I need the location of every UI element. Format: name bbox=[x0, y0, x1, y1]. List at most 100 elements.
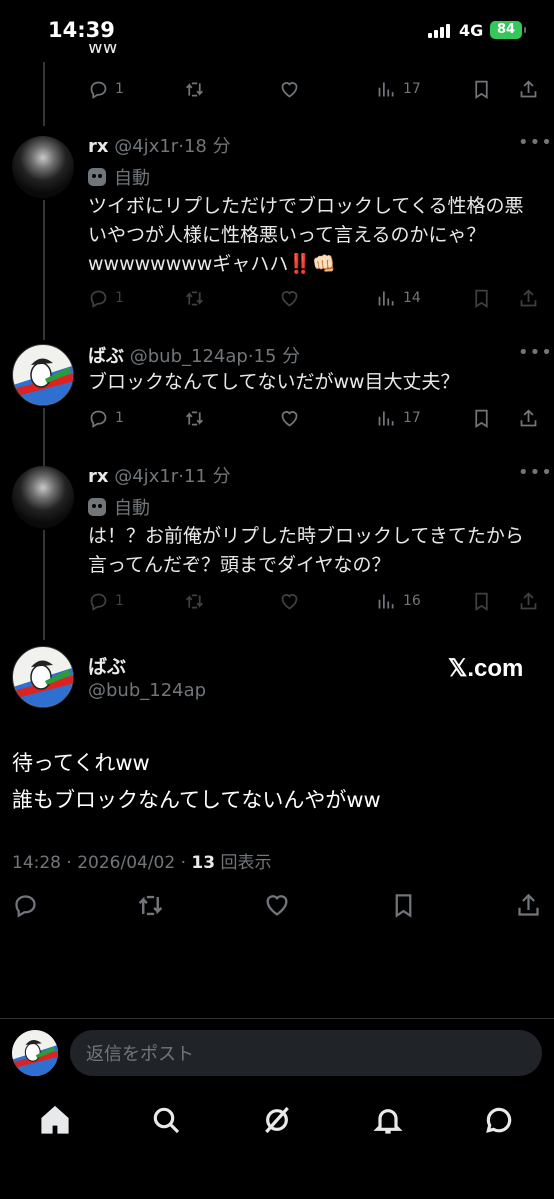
retweet-icon bbox=[186, 82, 203, 96]
retweet-button[interactable] bbox=[184, 74, 205, 104]
reply-icon bbox=[90, 81, 107, 99]
retweet-button[interactable] bbox=[136, 890, 165, 920]
user-handle: @4jx1r bbox=[114, 136, 179, 157]
retweet-button[interactable] bbox=[184, 283, 205, 313]
like-button[interactable] bbox=[279, 586, 300, 616]
nav-search[interactable] bbox=[150, 1104, 182, 1136]
reply-button[interactable]: 1 bbox=[88, 283, 124, 313]
tweet-actions: 1 17 bbox=[0, 74, 554, 104]
main-display-name[interactable]: ばぶ bbox=[88, 652, 126, 679]
views-button[interactable]: 16 bbox=[376, 586, 421, 616]
share-icon bbox=[518, 893, 539, 916]
share-button[interactable] bbox=[518, 586, 539, 616]
share-icon bbox=[520, 408, 537, 426]
nav-notifications[interactable] bbox=[372, 1104, 404, 1136]
reply-button[interactable]: 1 bbox=[88, 74, 124, 104]
nav-grok[interactable] bbox=[261, 1104, 293, 1136]
avatar[interactable] bbox=[12, 136, 74, 198]
main-avatar[interactable] bbox=[12, 646, 74, 708]
views-button[interactable]: 17 bbox=[376, 403, 421, 433]
bookmark-icon bbox=[475, 80, 488, 99]
reply-input[interactable]: 返信をポスト bbox=[70, 1030, 542, 1076]
tweet-actions: 1 16 bbox=[0, 586, 554, 616]
reply-icon bbox=[15, 894, 36, 918]
reply-button[interactable]: 1 bbox=[88, 586, 124, 616]
like-button[interactable] bbox=[279, 403, 300, 433]
more-icon[interactable]: ••• bbox=[518, 342, 553, 363]
reply-icon bbox=[90, 290, 107, 308]
display-name[interactable]: ばぶ bbox=[88, 346, 124, 367]
bookmark-button[interactable] bbox=[471, 283, 492, 313]
reply-icon bbox=[90, 410, 107, 428]
bot-icon bbox=[88, 168, 106, 186]
more-icon[interactable]: ••• bbox=[518, 462, 553, 483]
tweet-text: ツイボにリプしただけでブロックしてくる性格の悪いやつが人様に性格悪いって言えるの… bbox=[88, 195, 524, 275]
share-button[interactable] bbox=[518, 74, 539, 104]
bookmark-icon bbox=[475, 289, 488, 308]
messages-icon bbox=[486, 1107, 512, 1133]
like-icon bbox=[266, 895, 288, 916]
bot-icon bbox=[88, 498, 106, 516]
tweet-text: は！？お前俺がリプした時ブロックしてきてたから言ってんだぞ？頭までダイヤなの？ bbox=[88, 525, 524, 576]
my-avatar[interactable] bbox=[12, 1030, 58, 1076]
notifications-icon bbox=[373, 1109, 403, 1134]
tweet-actions: 1 17 bbox=[0, 403, 554, 433]
retweet-button[interactable] bbox=[184, 403, 205, 433]
tweet-header: ばぶ @bub_124ap·15 分 bbox=[88, 346, 301, 367]
divider bbox=[0, 1018, 554, 1019]
nav-home[interactable] bbox=[39, 1104, 71, 1136]
views-button[interactable]: 17 bbox=[376, 74, 421, 104]
bookmark-button[interactable] bbox=[471, 74, 492, 104]
bookmark-icon bbox=[395, 893, 412, 918]
automated-label: 自動 bbox=[88, 164, 150, 190]
avatar-image bbox=[13, 358, 73, 405]
bookmark-button[interactable] bbox=[471, 403, 492, 433]
tweet-meta: 14:28 · 2026/04/02 · 13 回表示 bbox=[12, 848, 271, 873]
retweet-icon bbox=[186, 594, 203, 608]
network-label: 4G bbox=[459, 21, 484, 40]
views-button[interactable]: 14 bbox=[376, 283, 421, 313]
display-name[interactable]: rx bbox=[88, 136, 109, 157]
avatar-image bbox=[13, 660, 73, 707]
grok-icon bbox=[265, 1106, 289, 1134]
user-handle: @4jx1r bbox=[114, 466, 179, 487]
bookmark-button[interactable] bbox=[390, 890, 417, 920]
share-button[interactable] bbox=[518, 283, 539, 313]
views-icon bbox=[378, 82, 394, 96]
share-button[interactable] bbox=[518, 403, 539, 433]
more-icon[interactable]: ••• bbox=[518, 132, 553, 153]
tweet-time: 15 分 bbox=[253, 346, 301, 367]
tweet-header: rx @4jx1r·11 分 bbox=[88, 466, 231, 487]
bookmark-icon bbox=[475, 409, 488, 428]
tweet-text: ブロックなんてしてないだがww目大丈夫？ bbox=[88, 371, 460, 393]
xcom-watermark: 𝕏.com bbox=[448, 655, 524, 682]
nav-messages[interactable] bbox=[483, 1104, 515, 1136]
view-count: 13 bbox=[191, 853, 216, 873]
retweet-button[interactable] bbox=[184, 586, 205, 616]
views-icon bbox=[378, 291, 394, 305]
reply-button[interactable]: 1 bbox=[88, 403, 124, 433]
share-button[interactable] bbox=[515, 890, 542, 920]
tweet-timestamp: 14:28 · 2026/04/02 · bbox=[12, 853, 192, 873]
like-button[interactable] bbox=[263, 890, 291, 920]
retweet-icon bbox=[186, 411, 203, 425]
status-bar: 14:39 4G 84 bbox=[0, 0, 554, 62]
tweet-time: 11 分 bbox=[183, 466, 231, 487]
thread-tweet[interactable]: rx @4jx1r·11 分 ••• 自動 は！？お前俺がリプした時ブロックして… bbox=[0, 458, 554, 588]
thread-tweet[interactable]: ばぶ @bub_124ap·15 分 ••• ブロックなんてしてないだがww目大… bbox=[0, 338, 554, 408]
like-button[interactable] bbox=[279, 74, 300, 104]
like-icon bbox=[281, 593, 298, 610]
avatar-image bbox=[12, 1039, 58, 1076]
reply-button[interactable] bbox=[12, 890, 39, 920]
display-name[interactable]: rx bbox=[88, 466, 109, 487]
search-icon bbox=[153, 1107, 180, 1134]
avatar[interactable] bbox=[12, 466, 74, 528]
like-button[interactable] bbox=[279, 283, 300, 313]
views-icon bbox=[378, 411, 394, 425]
main-user-handle: @bub_124ap bbox=[88, 680, 207, 701]
bookmark-button[interactable] bbox=[471, 586, 492, 616]
like-icon bbox=[281, 290, 298, 307]
bookmark-icon bbox=[475, 592, 488, 611]
main-tweet-line: 誰もブロックなんてしてないんやがww bbox=[12, 788, 381, 812]
avatar[interactable] bbox=[12, 344, 74, 406]
